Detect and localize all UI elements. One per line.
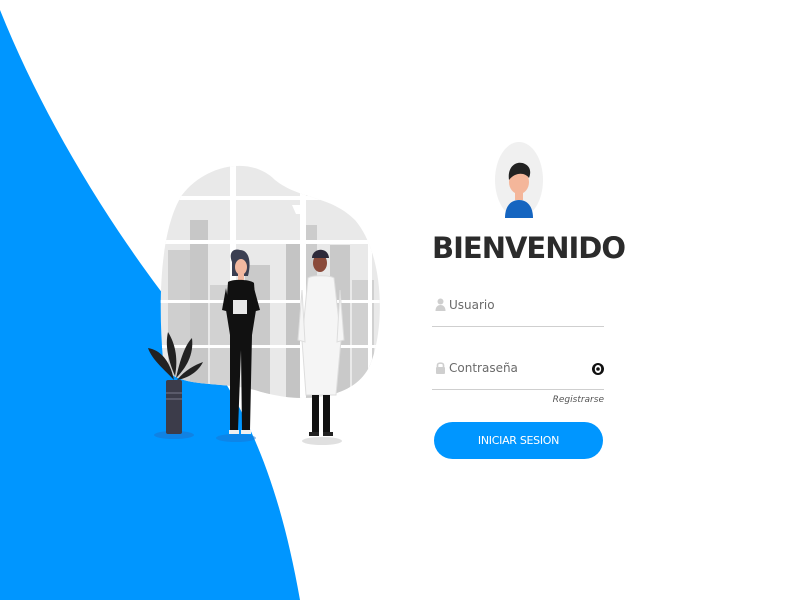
user-avatar-icon [495, 142, 543, 218]
lock-icon [436, 362, 445, 374]
user-icon [435, 298, 446, 311]
register-link[interactable]: Registrarse [553, 395, 604, 405]
doctors-illustration [148, 165, 380, 445]
password-field [432, 355, 604, 390]
username-field [432, 292, 604, 327]
eye-icon[interactable] [592, 363, 604, 375]
password-input[interactable] [449, 357, 579, 379]
window-background [160, 165, 380, 398]
login-button[interactable]: INICIAR SESION [434, 422, 603, 459]
page-title: BIENVENIDO [432, 231, 626, 265]
username-input[interactable] [449, 294, 579, 316]
